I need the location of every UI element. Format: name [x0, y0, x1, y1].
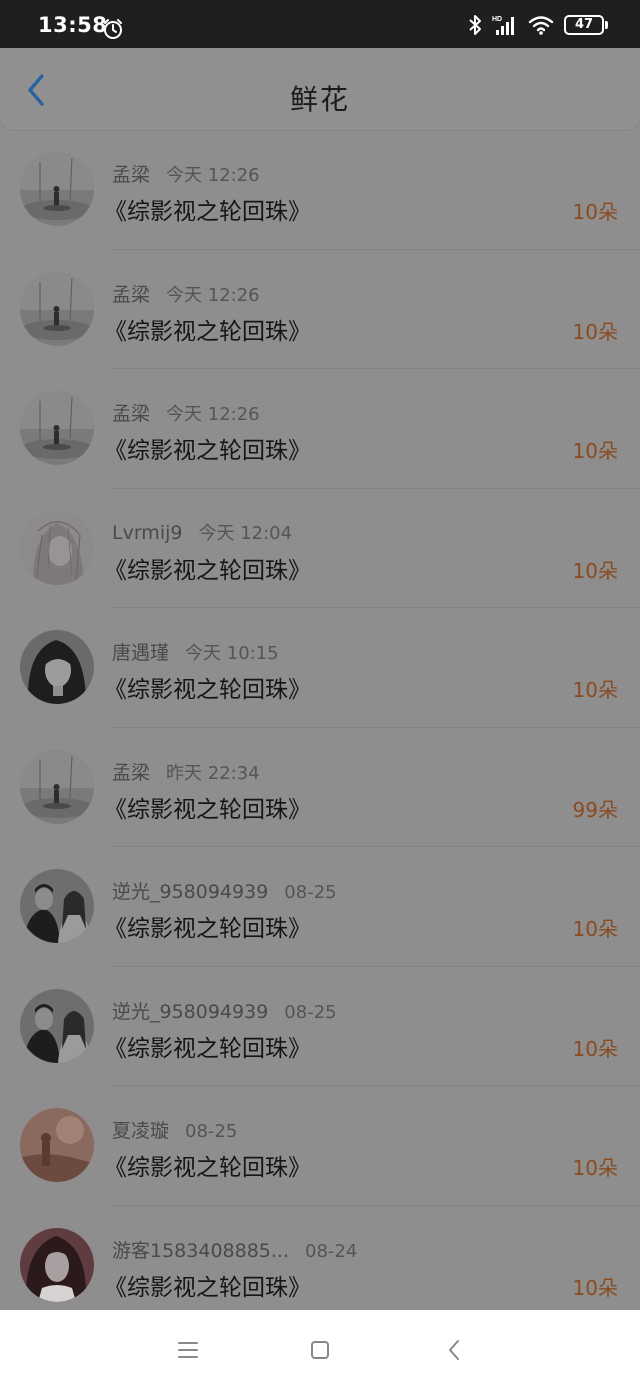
list-item[interactable]: 夏凌璇 08-25 《综影视之轮回珠》 10朵	[0, 1086, 640, 1206]
username: 孟梁	[112, 403, 151, 425]
status-bar: 13:58 HD 47	[0, 0, 640, 48]
flower-list: 孟梁 今天 12:26 《综影视之轮回珠》 10朵 孟梁 今天 12:26 《综影视之轮回珠…	[0, 130, 640, 1325]
book-title: 《综影视之轮回珠》	[104, 1035, 311, 1062]
flower-count: 10朵	[572, 1036, 618, 1061]
timestamp: 今天 12:26	[166, 404, 260, 425]
username: 逆光_958094939	[112, 1000, 269, 1023]
avatar-image	[20, 988, 94, 1063]
item-meta: 逆光_958094939 08-25	[112, 877, 337, 904]
avatar[interactable]	[20, 749, 94, 824]
flower-count: 10朵	[572, 917, 618, 941]
username: 游客1583408885...	[112, 1239, 290, 1262]
avatar[interactable]	[20, 271, 94, 346]
avatar[interactable]	[20, 510, 94, 585]
system-nav-bar	[0, 1310, 640, 1387]
book-title: 《综影视之轮回珠》	[104, 438, 311, 464]
avatar-image	[20, 271, 94, 346]
svg-text:HD: HD	[492, 16, 502, 23]
page-title: 鲜花	[289, 83, 350, 116]
book-title: 《综影视之轮回珠》	[104, 199, 311, 225]
username: 夏凌璇	[112, 1120, 170, 1142]
list-item[interactable]: 逆光_958094939 08-25 《综影视之轮回珠》 10朵	[0, 847, 640, 967]
menu-button[interactable]	[172, 1334, 204, 1366]
username: 孟梁	[112, 283, 151, 306]
username: 逆光_958094939	[112, 881, 269, 903]
battery-level: 47	[574, 17, 594, 32]
timestamp: 今天 12:26	[166, 165, 260, 186]
avatar-image	[20, 1227, 94, 1302]
item-meta: 孟梁 今天 12:26	[112, 280, 260, 307]
avatar[interactable]	[20, 152, 94, 226]
timestamp: 08-25	[185, 1121, 238, 1142]
item-meta: 孟梁 昨天 22:34	[112, 758, 260, 785]
item-meta: Lvrmij9 今天 12:04	[112, 519, 292, 545]
book-title: 《综影视之轮回珠》	[104, 1274, 311, 1301]
list-item[interactable]: 孟梁 昨天 22:34 《综影视之轮回珠》 99朵	[0, 728, 640, 848]
timestamp: 今天 10:15	[185, 643, 279, 664]
avatar[interactable]	[20, 869, 94, 943]
avatar[interactable]	[20, 988, 94, 1063]
status-time: 13:58	[38, 13, 108, 37]
flower-count: 10朵	[572, 319, 618, 344]
avatar-image	[20, 869, 94, 943]
alarm-icon	[104, 19, 122, 39]
avatar-image	[20, 391, 94, 465]
system-back-button[interactable]	[438, 1334, 470, 1366]
avatar-image	[20, 1108, 94, 1182]
username: 唐遇瑾	[112, 642, 170, 664]
flower-count: 99朵	[572, 797, 618, 822]
username: Lvrmij9	[112, 521, 183, 544]
list-item[interactable]: 游客1583408885... 08-24 《综影视之轮回珠》 10朵	[0, 1206, 640, 1326]
item-meta: 唐遇瑾 今天 10:15	[112, 638, 279, 665]
item-meta: 孟梁 今天 12:26	[112, 399, 260, 426]
username: 孟梁	[112, 761, 151, 784]
home-icon	[311, 1341, 329, 1359]
flower-count: 10朵	[572, 1275, 618, 1300]
flower-count: 10朵	[572, 1156, 618, 1180]
timestamp: 昨天 22:34	[166, 762, 260, 784]
flower-count: 10朵	[572, 200, 618, 224]
flower-count: 10朵	[572, 678, 618, 702]
avatar[interactable]	[20, 1227, 94, 1302]
book-title: 《综影视之轮回珠》	[104, 1155, 311, 1181]
timestamp: 08-25	[284, 882, 337, 903]
timestamp: 08-25	[284, 1001, 337, 1023]
username: 孟梁	[112, 164, 151, 186]
avatar-image	[20, 152, 94, 226]
list-item[interactable]: Lvrmij9 今天 12:04 《综影视之轮回珠》 10朵	[0, 489, 640, 609]
timestamp: 今天 12:04	[198, 522, 293, 544]
flower-count: 10朵	[572, 558, 618, 583]
flower-count: 10朵	[572, 439, 618, 463]
home-button[interactable]	[304, 1334, 336, 1366]
list-item[interactable]: 孟梁 今天 12:26 《综影视之轮回珠》 10朵	[0, 369, 640, 489]
avatar-image	[20, 510, 94, 585]
battery-icon: 47	[564, 15, 608, 35]
wifi-icon	[528, 16, 554, 35]
list-item[interactable]: 逆光_958094939 08-25 《综影视之轮回珠》 10朵	[0, 967, 640, 1087]
book-title: 《综影视之轮回珠》	[104, 557, 311, 584]
item-meta: 逆光_958094939 08-25	[112, 997, 337, 1024]
item-meta: 夏凌璇 08-25	[112, 1116, 237, 1143]
avatar[interactable]	[20, 1108, 94, 1182]
book-title: 《综影视之轮回珠》	[104, 916, 311, 942]
book-title: 《综影视之轮回珠》	[104, 318, 311, 345]
item-meta: 游客1583408885... 08-24	[112, 1236, 357, 1263]
back-icon	[449, 1340, 459, 1360]
timestamp: 08-24	[305, 1240, 358, 1262]
avatar-image	[20, 630, 94, 704]
signal-icon: HD	[492, 16, 514, 35]
book-title: 《综影视之轮回珠》	[104, 677, 311, 703]
list-item[interactable]: 孟梁 今天 12:26 《综影视之轮回珠》 10朵	[0, 250, 640, 370]
item-meta: 孟梁 今天 12:26	[112, 160, 260, 187]
list-item[interactable]: 唐遇瑾 今天 10:15 《综影视之轮回珠》 10朵	[0, 608, 640, 728]
bluetooth-icon	[469, 15, 481, 35]
menu-icon	[178, 1342, 198, 1358]
timestamp: 今天 12:26	[166, 284, 260, 306]
avatar[interactable]	[20, 391, 94, 465]
list-item[interactable]: 孟梁 今天 12:26 《综影视之轮回珠》 10朵	[0, 130, 640, 250]
book-title: 《综影视之轮回珠》	[104, 796, 311, 823]
avatar-image	[20, 749, 94, 824]
header: 鲜花	[0, 48, 640, 130]
avatar[interactable]	[20, 630, 94, 704]
